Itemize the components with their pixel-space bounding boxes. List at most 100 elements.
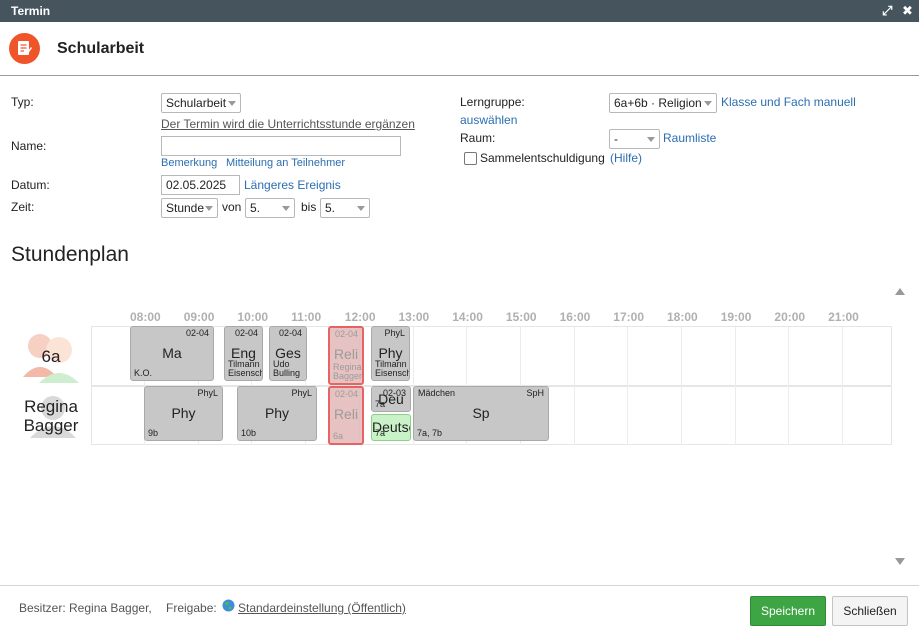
von-value: 5.: [250, 201, 261, 215]
event-row1-0[interactable]: Ma 02-04 K.O.: [130, 326, 214, 381]
grid-line: [573, 327, 575, 445]
hilfe-link[interactable]: (Hilfe): [610, 151, 642, 165]
dialog-header: Schularbeit: [0, 22, 919, 76]
mitteilung-link[interactable]: Mitteilung an Teilnehmer: [226, 157, 345, 169]
scroll-up-arrow[interactable]: [895, 288, 905, 295]
sammelentschuldigung-label: Sammelentschuldigung: [480, 151, 605, 165]
event-row1-3[interactable]: Reli 02-04 Regina Bagger: [328, 326, 364, 385]
event-group: Mädchen: [418, 388, 456, 398]
event-room: 02-04: [234, 328, 258, 338]
event-detail: 7a: [375, 399, 386, 409]
klasse-fach-link[interactable]: Klasse und Fach manuell: [721, 95, 856, 109]
event-detail: K.O.: [134, 368, 153, 378]
event-subject: Reli: [333, 406, 359, 422]
hour-label: 16:00: [559, 310, 591, 324]
hour-label: 18:00: [667, 310, 698, 324]
row-label-6a: 6a: [41, 347, 61, 366]
close-button[interactable]: Schließen: [832, 596, 908, 626]
laengeres-ereignis-link[interactable]: Längeres Ereignis: [244, 178, 341, 192]
save-button[interactable]: Speichern: [750, 596, 826, 626]
window-titlebar: Termin ⤢ ✖: [0, 0, 919, 22]
typ-hint-link[interactable]: Der Termin wird die Unterrichtsstunde er…: [161, 117, 415, 131]
event-subject: Sp: [472, 405, 490, 421]
bis-select[interactable]: 5.: [320, 198, 370, 218]
grid-line: [788, 327, 790, 445]
owner-text: Besitzer: Regina Bagger,: [19, 601, 152, 615]
event-room: 02-03: [382, 388, 406, 398]
freigabe-label: Freigabe:: [166, 601, 217, 615]
hour-label: 15:00: [505, 310, 537, 324]
event-detail: 10b: [241, 428, 257, 438]
lerngruppe-select[interactable]: 6a+6b · Religion: [609, 93, 717, 113]
typ-value: Schularbeit: [166, 96, 227, 110]
name-label: Name:: [11, 139, 47, 153]
event-detail: 7a, 7b: [417, 428, 443, 438]
event-room: SpH: [526, 388, 544, 398]
hour-label: 11:00: [291, 310, 322, 324]
chevron-down-icon: [647, 137, 655, 142]
grid-line: [734, 327, 736, 445]
event-row2-0[interactable]: Phy PhyL 9b: [144, 386, 223, 441]
typ-select[interactable]: Schularbeit: [161, 93, 241, 113]
von-select[interactable]: 5.: [245, 198, 295, 218]
globe-icon: [222, 599, 235, 615]
event-row1-1[interactable]: Eng 02-04 Tilmann Eisensch: [224, 326, 263, 381]
event-row2-3[interactable]: Deu 02-03 7a: [371, 386, 411, 412]
event-detail: 9b: [148, 428, 159, 438]
hour-label: 14:00: [452, 310, 483, 324]
hour-label: 13:00: [398, 310, 430, 324]
event-detail: Udo Bulling: [273, 359, 301, 378]
event-room: 02-04: [334, 389, 358, 399]
event-row1-2[interactable]: Ges 02-04 Udo Bulling: [269, 326, 307, 381]
bemerkung-link[interactable]: Bemerkung: [161, 157, 217, 169]
chevron-down-icon: [205, 206, 213, 211]
event-row2-4[interactable]: Deutsc7a: [371, 414, 411, 441]
grid-line: [627, 327, 629, 445]
lerngruppe-value: 6a+6b · Religion: [614, 96, 702, 110]
zeit-mode-value: Stunde: [166, 201, 205, 215]
hour-label: 17:00: [613, 310, 644, 324]
hour-label: 10:00: [237, 310, 269, 324]
von-label: von: [222, 200, 242, 214]
event-room: 02-04: [334, 329, 358, 339]
hour-label: 20:00: [774, 310, 806, 324]
teacher-name-line2: Bagger: [23, 416, 79, 435]
event-room: 02-04: [278, 328, 302, 338]
chevron-down-icon: [282, 206, 290, 211]
page-title: Schularbeit: [57, 40, 145, 57]
window-title: Termin: [11, 4, 51, 18]
klasse-fach-link-2[interactable]: auswählen: [460, 113, 517, 127]
bis-value: 5.: [325, 201, 336, 215]
zeit-mode-select[interactable]: Stunde: [161, 198, 218, 218]
name-input[interactable]: [161, 136, 401, 156]
close-icon[interactable]: ✖: [902, 3, 913, 19]
datum-label: Datum:: [11, 178, 50, 192]
zeit-label: Zeit:: [11, 200, 35, 214]
exam-icon: [9, 33, 40, 64]
hour-label: 19:00: [720, 310, 752, 324]
event-room: 02-04: [185, 328, 209, 338]
chevron-down-icon: [357, 206, 365, 211]
chevron-down-icon: [228, 101, 236, 106]
freigabe-link[interactable]: Standardeinstellung (Öffentlich): [238, 601, 406, 615]
event-row1-4[interactable]: Phy PhyL Tilmann Eisensch: [371, 326, 410, 381]
raum-select[interactable]: -: [609, 129, 660, 149]
expand-icon[interactable]: ⤢: [882, 3, 892, 19]
raumliste-link[interactable]: Raumliste: [663, 131, 716, 145]
typ-label: Typ:: [11, 95, 34, 109]
event-row2-5[interactable]: Sp SpH Mädchen 7a, 7b: [413, 386, 549, 441]
stundenplan-title: Stundenplan: [11, 243, 129, 266]
scroll-down-arrow[interactable]: [895, 558, 905, 565]
datum-input[interactable]: [161, 175, 240, 195]
event-row2-2[interactable]: Reli 02-04 6a: [328, 386, 364, 445]
event-detail: 7a: [375, 428, 386, 438]
event-subject: Phy: [171, 405, 196, 421]
grid-line: [842, 327, 844, 445]
sammelentschuldigung-checkbox[interactable]: [464, 152, 477, 165]
raum-label: Raum:: [460, 131, 496, 145]
event-detail: Regina Bagger: [333, 362, 363, 381]
event-detail: Tilmann Eisensch: [375, 359, 410, 378]
event-room: PhyL: [384, 328, 405, 338]
event-room: PhyL: [291, 388, 312, 398]
event-row2-1[interactable]: Phy PhyL 10b: [237, 386, 317, 441]
